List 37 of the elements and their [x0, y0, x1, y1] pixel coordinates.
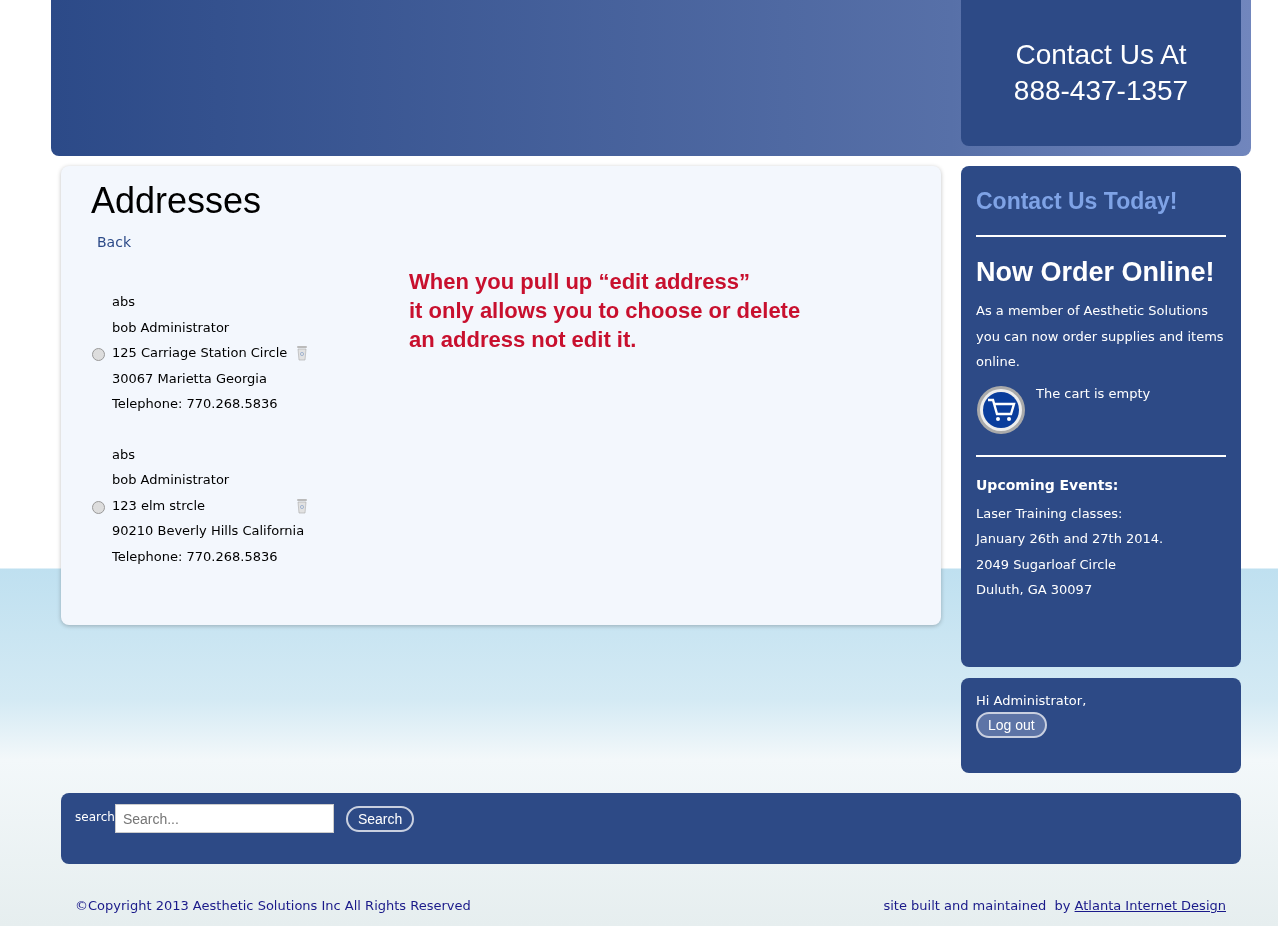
greeting-text: Hi Administrator, — [976, 692, 1088, 710]
address-text: abs — [112, 445, 135, 464]
event-text: January 26th and 27th 2014. — [976, 530, 1165, 548]
address-text: 30067 Marietta Georgia — [112, 369, 267, 388]
contact-text: 888-437-1357 — [1013, 75, 1189, 107]
event-text: 2049 Sugarloaf Circle — [976, 555, 1118, 574]
address-text: Telephone: 770.268.5836 — [112, 547, 278, 566]
address-text: 125 Carriage Station Circle — [112, 344, 288, 362]
event-text: Duluth, GA 30097 — [976, 581, 1094, 599]
cart-icon[interactable] — [976, 384, 1026, 435]
address-radio[interactable] — [92, 348, 105, 361]
search-label: search — [75, 810, 115, 824]
contact-text: Contact Us At — [1015, 39, 1187, 71]
credit-text: site built and maintained by — [883, 898, 1071, 913]
events-heading: Upcoming Events: — [976, 476, 1120, 493]
cart-status: The cart is empty — [1036, 384, 1151, 403]
event-text: Laser Training classes: — [976, 504, 1124, 523]
address-text: 123 elm strcle — [112, 496, 206, 515]
order-text: As a member of Aesthetic Solutions you can now order supplies and items online. — [976, 302, 1225, 371]
page-title: Addresses — [91, 180, 263, 222]
address-radio[interactable] — [92, 500, 105, 514]
address-text: bob Administrator — [112, 318, 230, 337]
search-button[interactable]: Search — [345, 806, 415, 832]
trash-icon[interactable] — [296, 497, 308, 514]
contact-heading: Contact Us Today! — [976, 188, 1179, 215]
annotation-text: When you pull up “edit address” it only allows you to choose or delete an address not edit it. — [409, 268, 801, 354]
address-text: abs — [112, 293, 135, 311]
address-text: 90210 Beverly Hills California — [112, 522, 305, 540]
logout-button[interactable]: Log out — [976, 712, 1047, 738]
search-field[interactable]: Search... — [114, 804, 334, 833]
copyright-text: ©Copyright 2013 Aesthetic Solutions Inc All Rights Reserved — [75, 898, 471, 913]
address-text: bob Administrator — [112, 471, 230, 489]
back-link[interactable]: Back — [97, 234, 131, 250]
address-text: Telephone: 770.268.5836 — [112, 395, 278, 413]
credit-link[interactable]: Atlanta Internet Design — [1074, 898, 1226, 913]
order-heading: Now Order Online! — [976, 257, 1216, 288]
trash-icon[interactable] — [296, 345, 308, 361]
